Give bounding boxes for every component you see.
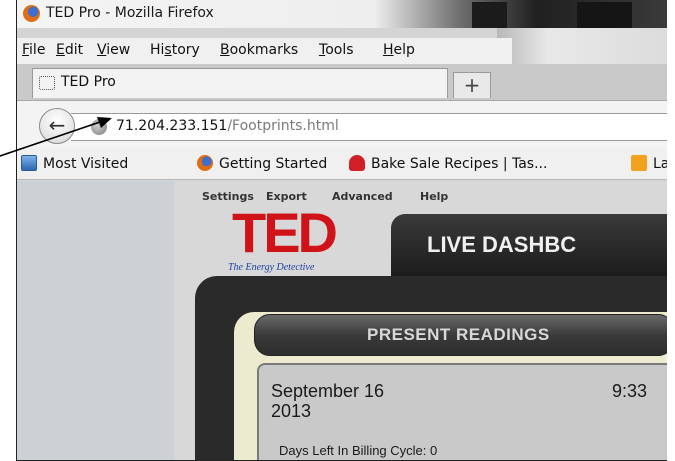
ted-logo-subtitle: The Energy Detective [228, 262, 315, 273]
firefox-icon [23, 5, 40, 22]
ted-pro-page: Settings Export Advanced Help TED The En… [174, 181, 667, 460]
ted-menu-help[interactable]: Help [420, 190, 448, 203]
reading-date: September 16 2013 [271, 381, 385, 421]
page-background [17, 181, 174, 460]
background-window [472, 2, 507, 28]
firefox-icon [197, 155, 213, 171]
url-text: 71.204.233.151/Footprints.html [116, 118, 339, 134]
title-bar: TED Pro - Mozilla Firefox [17, 0, 667, 28]
bookmark-getting-started[interactable]: Getting Started [197, 155, 327, 172]
billing-cycle-text: Days Left In Billing Cycle: 0 [279, 443, 438, 458]
dashboard-header: LIVE DASHBC [391, 214, 667, 276]
readings-box: September 16 2013 9:33 Days Left In Billi… [257, 363, 667, 460]
bake-sale-icon [349, 155, 365, 171]
bookmark-la[interactable]: La [631, 155, 667, 172]
ted-logo-text: TED [232, 201, 338, 264]
background-window [577, 2, 632, 28]
globe-icon [91, 119, 107, 135]
menu-history[interactable]: History [150, 42, 200, 58]
menu-tools[interactable]: Tools [319, 42, 354, 58]
most-visited-icon [21, 155, 37, 171]
dashboard-title: LIVE DASHBC [427, 232, 577, 257]
rss-icon [631, 155, 647, 171]
bookmark-bake-sale[interactable]: Bake Sale Recipes | Tas... [349, 155, 547, 172]
navigation-bar: 71.204.233.151/Footprints.html ← [17, 100, 667, 148]
menu-help[interactable]: Help [383, 42, 415, 58]
tab-label: TED Pro [61, 74, 116, 90]
new-tab-button[interactable]: + [453, 72, 491, 98]
browser-window: TED Pro - Mozilla Firefox File Edit View… [16, 0, 667, 461]
url-bar[interactable]: 71.204.233.151/Footprints.html [71, 113, 667, 141]
menu-bar: File Edit View History Bookmarks Tools H… [17, 38, 512, 64]
ted-menu-advanced[interactable]: Advanced [332, 190, 393, 203]
menu-edit[interactable]: Edit [56, 42, 83, 58]
window-title: TED Pro - Mozilla Firefox [46, 5, 214, 21]
menu-view[interactable]: View [97, 42, 130, 58]
tab-strip: TED Pro + [17, 64, 667, 100]
back-button[interactable]: ← [39, 108, 75, 144]
menu-bookmarks[interactable]: Bookmarks [220, 42, 298, 58]
blank-page-icon [39, 76, 55, 90]
tab-ted-pro[interactable]: TED Pro [32, 68, 448, 98]
menu-file[interactable]: File [22, 42, 45, 58]
bookmark-most-visited[interactable]: Most Visited [21, 155, 128, 172]
present-readings-header: PRESENT READINGS [254, 314, 667, 356]
reading-time: 9:33 [612, 381, 648, 401]
bookmarks-toolbar: Most Visited Getting Started Bake Sale R… [17, 148, 667, 180]
present-readings-title: PRESENT READINGS [367, 325, 550, 344]
ted-logo: TED The Energy Detective [224, 201, 354, 278]
